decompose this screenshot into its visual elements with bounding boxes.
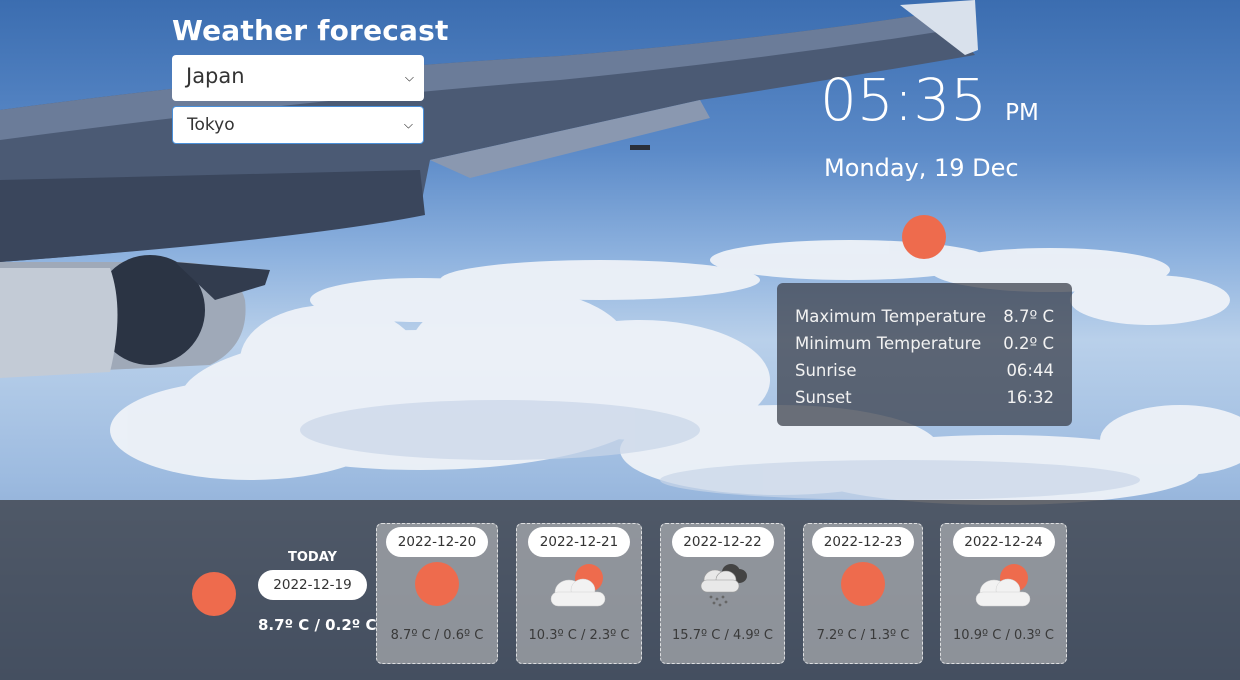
clock-time: 05:35 [820,66,988,134]
sun-icon [902,215,946,259]
forecast-card[interactable]: 2022-12-24 10.9º C / 0.3º C [940,523,1067,664]
partly-cloudy-icon [975,564,1030,607]
clock-date: Monday, 19 Dec [824,154,1019,182]
forecast-card[interactable]: 2022-12-21 10.3º C / 2.3º C [516,523,642,664]
forecast-card[interactable]: 2022-12-22 15.7º C / 4.9º C [660,523,785,664]
detail-label: Maximum Temperature [795,307,987,326]
detail-label: Minimum Temperature [795,334,982,353]
today-temps: 8.7º C / 0.2º C [258,616,377,634]
country-select[interactable]: Japan ⌵ [172,55,424,101]
today-date-badge: 2022-12-19 [258,570,367,600]
country-select-value: Japan [186,64,245,88]
sun-icon [841,562,885,606]
city-select[interactable]: Tokyo ⌵ [172,106,424,144]
detail-row-sunset: Sunset 16:32 [795,384,1054,411]
forecast-date-badge: 2022-12-24 [952,527,1055,557]
forecast-temps: 7.2º C / 1.3º C [816,628,910,643]
current-weather-details: Maximum Temperature 8.7º C Minimum Tempe… [777,283,1072,426]
detail-row-min-temp: Minimum Temperature 0.2º C [795,330,1054,357]
forecast-temps: 10.3º C / 2.3º C [528,628,630,643]
chevron-down-icon: ⌵ [404,70,414,85]
partly-cloudy-icon [550,564,606,607]
detail-value: 8.7º C [1003,307,1054,326]
detail-row-max-temp: Maximum Temperature 8.7º C [795,303,1054,330]
sun-icon [192,572,236,616]
clock-ampm: PM [1005,100,1039,126]
rain-cloud-icon [700,564,747,607]
forecast-temps: 8.7º C / 0.6º C [390,628,484,643]
forecast-date-badge: 2022-12-23 [812,527,914,557]
forecast-temps: 15.7º C / 4.9º C [672,628,773,643]
header: Weather forecast Japan ⌵ Tokyo ⌵ [172,14,449,144]
forecast-temps: 10.9º C / 0.3º C [953,628,1054,643]
detail-label: Sunrise [795,361,857,380]
detail-value: 06:44 [1006,361,1054,380]
page-title: Weather forecast [172,14,449,47]
detail-value: 16:32 [1006,388,1054,407]
chevron-down-icon: ⌵ [403,117,413,132]
detail-value: 0.2º C [1003,334,1054,353]
forecast-card[interactable]: 2022-12-20 8.7º C / 0.6º C [376,523,498,664]
clock: 05:35 PM [820,66,1040,134]
detail-label: Sunset [795,388,852,407]
today-forecast: TODAY 2022-12-19 8.7º C / 0.2º C [192,548,382,638]
detail-row-sunrise: Sunrise 06:44 [795,357,1054,384]
forecast-card[interactable]: 2022-12-23 7.2º C / 1.3º C [803,523,923,664]
forecast-date-badge: 2022-12-21 [528,527,630,557]
city-select-value: Tokyo [187,115,235,135]
forecast-date-badge: 2022-12-20 [386,527,488,557]
forecast-date-badge: 2022-12-22 [671,527,774,557]
today-label: TODAY [288,550,337,565]
sun-icon [415,562,459,606]
